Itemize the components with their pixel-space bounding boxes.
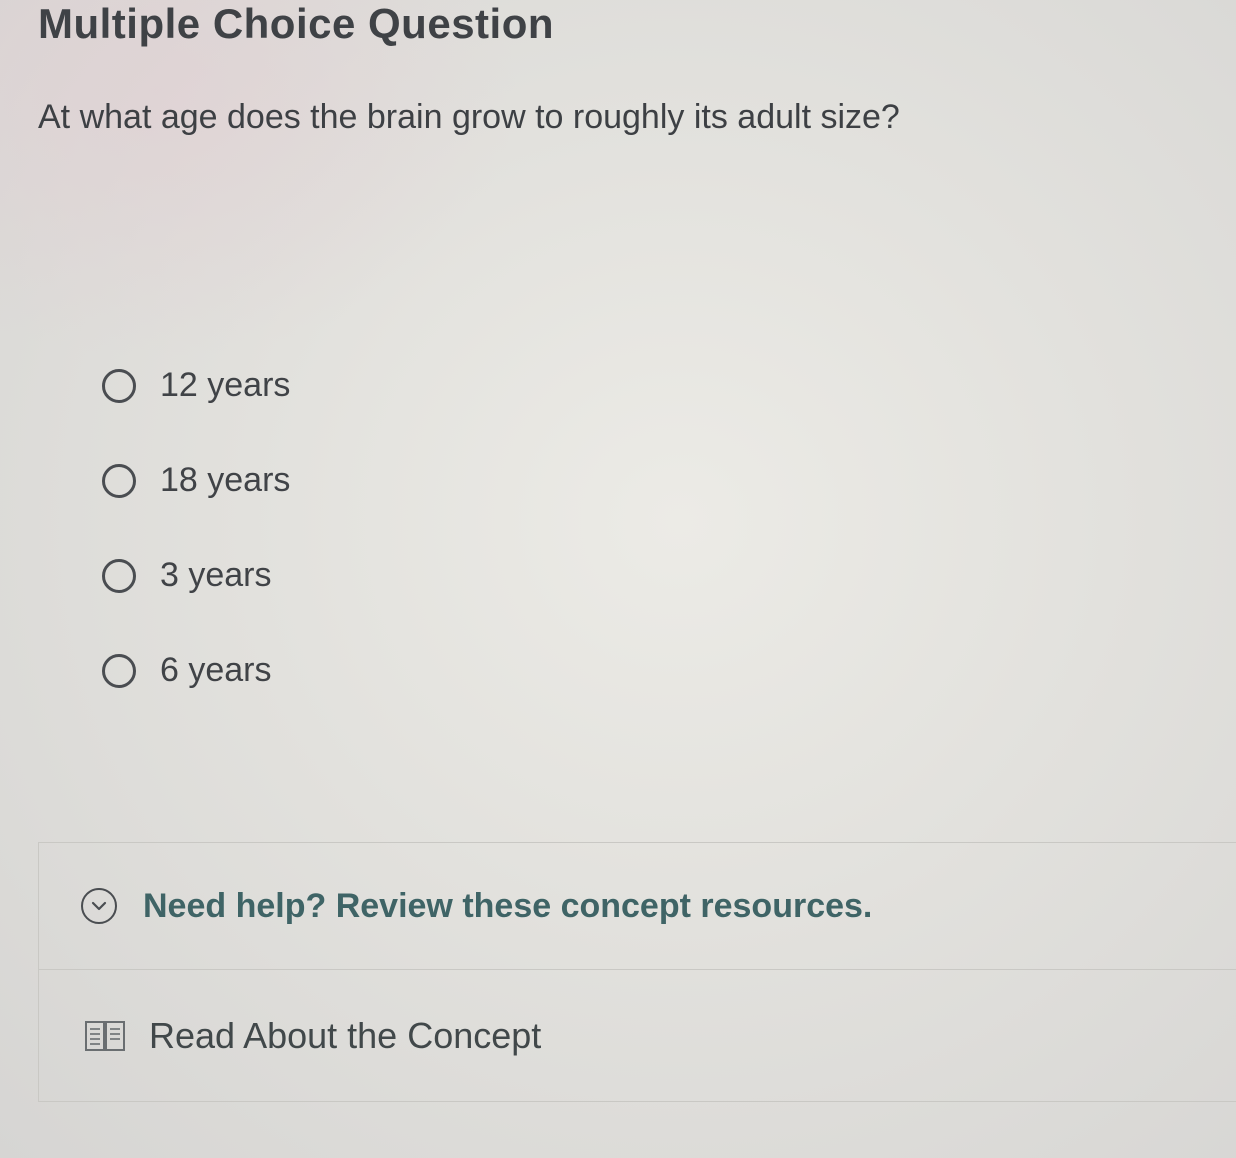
resource-read-about-concept[interactable]: Read About the Concept (38, 970, 1236, 1102)
radio-button[interactable] (102, 368, 136, 403)
answer-option-12-years[interactable]: 12 years (102, 338, 602, 433)
answer-option-label: 6 years (160, 651, 272, 689)
book-icon (83, 1018, 127, 1054)
radio-button[interactable] (102, 558, 136, 593)
resource-label: Read About the Concept (149, 1014, 542, 1056)
answer-option-18-years[interactable]: 18 years (102, 433, 602, 528)
need-help-label: Need help? Review these concept resource… (143, 886, 873, 925)
answer-options: 12 years 18 years 3 years 6 years (102, 338, 602, 718)
answer-option-label: 12 years (160, 366, 291, 404)
answer-option-label: 3 years (160, 556, 272, 594)
radio-button[interactable] (102, 653, 136, 688)
answer-option-6-years[interactable]: 6 years (102, 623, 602, 718)
chevron-down-circle-icon (81, 888, 117, 924)
page-title: Multiple Choice Question (38, 0, 555, 47)
answer-option-3-years[interactable]: 3 years (102, 528, 602, 623)
question-text: At what age does the brain grow to rough… (38, 98, 900, 136)
background-tint (0, 0, 520, 360)
answer-option-label: 18 years (160, 461, 291, 499)
need-help-toggle[interactable]: Need help? Review these concept resource… (38, 842, 1236, 970)
radio-button[interactable] (102, 463, 136, 498)
